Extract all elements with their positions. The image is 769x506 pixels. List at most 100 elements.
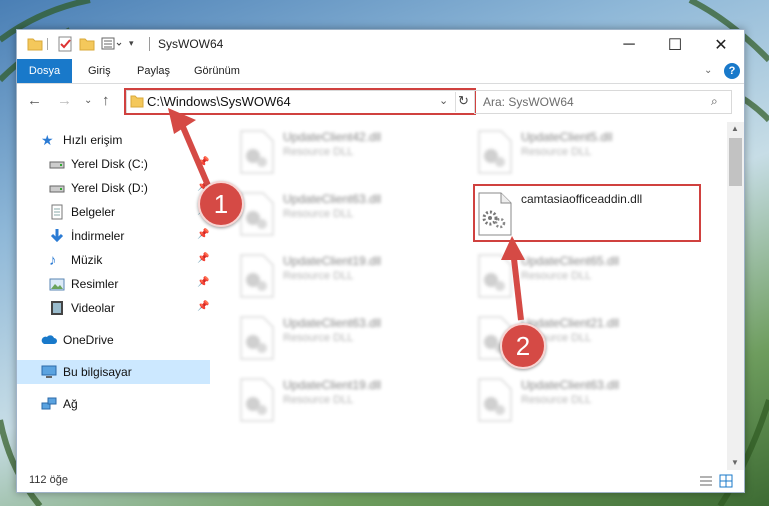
file-description: Resource DLL — [283, 270, 354, 282]
scroll-down-icon[interactable]: ▼ — [731, 458, 739, 467]
file-item[interactable]: UpdateClient42.dll Resource DLL — [217, 124, 442, 180]
file-name: UpdateClient5.dll — [521, 130, 613, 144]
sidebar-item-label: Müzik — [71, 253, 103, 267]
file-name: UpdateClient63.dll — [521, 378, 620, 392]
file-name: UpdateClient19.dll — [283, 378, 382, 392]
file-description: Resource DLL — [283, 146, 354, 158]
sidebar-item-local-disk-d[interactable]: Yerel Disk (D:) 📌 — [17, 176, 210, 200]
file-description: Resource DLL — [283, 394, 354, 406]
scroll-up-icon[interactable]: ▲ — [731, 124, 739, 133]
file-name: UpdateClient63.dll — [283, 192, 382, 206]
sidebar-item-this-pc[interactable]: Bu bilgisayar — [17, 360, 210, 384]
documents-icon — [49, 204, 65, 220]
file-name: UpdateClient63.dll — [283, 316, 382, 330]
vertical-scrollbar[interactable]: ▲ ▼ — [727, 122, 744, 470]
sidebar-item-label: Hızlı erişim — [63, 133, 123, 147]
sidebar-item-label: Resimler — [71, 277, 119, 291]
sidebar-item-network[interactable]: Ağ — [17, 392, 210, 416]
dll-file-icon — [240, 130, 274, 174]
close-button[interactable]: ✕ — [698, 30, 744, 59]
back-arrow-icon[interactable]: ← — [27, 92, 42, 109]
pin-icon[interactable]: 📌 — [197, 157, 209, 168]
dll-file-icon — [240, 316, 274, 360]
search-icon: ⌕ — [711, 94, 718, 108]
sidebar-item-onedrive[interactable]: OneDrive — [17, 328, 210, 352]
drive-icon — [49, 180, 65, 196]
address-row: ← → ⌄ ↑ C:\Windows\SysWOW64 ⌄ ↻ Ara: Sys… — [17, 84, 744, 118]
dll-file-icon — [240, 378, 274, 422]
sidebar-item-pictures[interactable]: Resimler 📌 — [17, 272, 210, 296]
tab-home[interactable]: Giriş — [88, 59, 111, 83]
file-description: Resource DLL — [521, 270, 592, 282]
pin-icon[interactable]: 📌 — [197, 301, 209, 312]
file-name: UpdateClient65.dll — [521, 254, 620, 268]
file-item[interactable]: UpdateClient65.dll Resource DLL — [455, 248, 680, 304]
customize-toolbar-icon[interactable]: ▾ — [129, 38, 134, 54]
file-highlight-box — [473, 184, 701, 242]
title-bar: ▾ SysWOW64 ─ ☐ ✕ — [17, 30, 744, 59]
dll-file-icon — [478, 130, 512, 174]
star-icon: ★ — [41, 132, 54, 148]
sidebar-item-label: İndirmeler — [71, 229, 125, 243]
address-highlight-box — [124, 88, 476, 115]
help-icon[interactable]: ? — [724, 63, 740, 79]
sidebar-item-music[interactable]: ♪ Müzik 📌 — [17, 248, 210, 272]
file-item[interactable]: UpdateClient63.dll Resource DLL — [455, 372, 680, 428]
large-icons-view-icon[interactable] — [719, 474, 733, 491]
file-item[interactable]: UpdateClient19.dll Resource DLL — [217, 372, 442, 428]
sidebar-item-quick-access[interactable]: ★ Hızlı erişim — [17, 128, 210, 152]
sidebar-item-label: OneDrive — [63, 333, 114, 347]
videos-icon — [49, 300, 65, 316]
pictures-icon — [49, 276, 65, 292]
status-bar: 112 öğe — [17, 470, 744, 492]
sidebar-item-local-disk-c[interactable]: Yerel Disk (C:) 📌 — [17, 152, 210, 176]
file-item[interactable]: UpdateClient19.dll Resource DLL — [217, 248, 442, 304]
title-separator — [149, 37, 150, 51]
dll-file-icon — [478, 254, 512, 298]
file-item[interactable]: UpdateClient63.dll Resource DLL — [217, 310, 442, 366]
search-input[interactable]: Ara: SysWOW64 ⌕ — [474, 90, 732, 114]
scrollbar-thumb[interactable] — [729, 138, 742, 186]
forward-arrow-icon[interactable]: → — [57, 92, 72, 109]
sidebar-item-videos[interactable]: Videolar 📌 — [17, 296, 210, 320]
sidebar-item-downloads[interactable]: İndirmeler 📌 — [17, 224, 210, 248]
maximize-button[interactable]: ☐ — [652, 30, 698, 59]
pin-icon[interactable]: 📌 — [197, 253, 209, 264]
tab-view[interactable]: Görünüm — [194, 59, 240, 83]
details-view-icon[interactable] — [699, 474, 713, 491]
ribbon-tabs: Dosya Giriş Paylaş Görünüm ⌄ ? — [17, 59, 744, 84]
callout-2-badge: 2 — [500, 323, 546, 369]
tab-share[interactable]: Paylaş — [137, 59, 170, 83]
window-title: SysWOW64 — [158, 37, 224, 51]
new-folder-icon[interactable] — [79, 36, 95, 52]
recent-locations-icon[interactable]: ⌄ — [84, 95, 92, 106]
callout-1-badge: 1 — [198, 181, 244, 227]
view-icon[interactable] — [101, 36, 123, 52]
minimize-button[interactable]: ─ — [606, 30, 652, 59]
drive-icon — [49, 156, 65, 172]
sidebar-item-label: Bu bilgisayar — [63, 365, 132, 379]
sidebar-item-label: Yerel Disk (C:) — [71, 157, 148, 171]
expand-ribbon-icon[interactable]: ⌄ — [704, 59, 712, 83]
properties-icon[interactable] — [57, 36, 73, 52]
file-description: Resource DLL — [283, 208, 354, 220]
search-placeholder: Ara: SysWOW64 — [483, 95, 574, 109]
sidebar-item-documents[interactable]: Belgeler 📌 — [17, 200, 210, 224]
toolbar-separator — [47, 38, 48, 50]
tab-file[interactable]: Dosya — [17, 59, 72, 83]
file-item[interactable]: UpdateClient5.dll Resource DLL — [455, 124, 680, 180]
file-description: Resource DLL — [521, 394, 592, 406]
file-description: Resource DLL — [521, 146, 592, 158]
pin-icon[interactable]: 📌 — [197, 229, 209, 240]
dll-file-icon — [240, 254, 274, 298]
pin-icon[interactable]: 📌 — [197, 277, 209, 288]
up-arrow-icon[interactable]: ↑ — [102, 92, 110, 109]
explorer-window: ▾ SysWOW64 ─ ☐ ✕ Dosya Giriş Paylaş Görü… — [16, 29, 745, 493]
download-icon — [49, 228, 65, 244]
file-description: Resource DLL — [283, 332, 354, 344]
file-item[interactable]: UpdateClient21.dll Resource DLL — [455, 310, 680, 366]
file-item[interactable]: UpdateClient63.dll Resource DLL — [217, 186, 442, 242]
dll-file-icon — [478, 378, 512, 422]
folder-icon — [27, 36, 43, 52]
computer-icon — [41, 364, 57, 380]
